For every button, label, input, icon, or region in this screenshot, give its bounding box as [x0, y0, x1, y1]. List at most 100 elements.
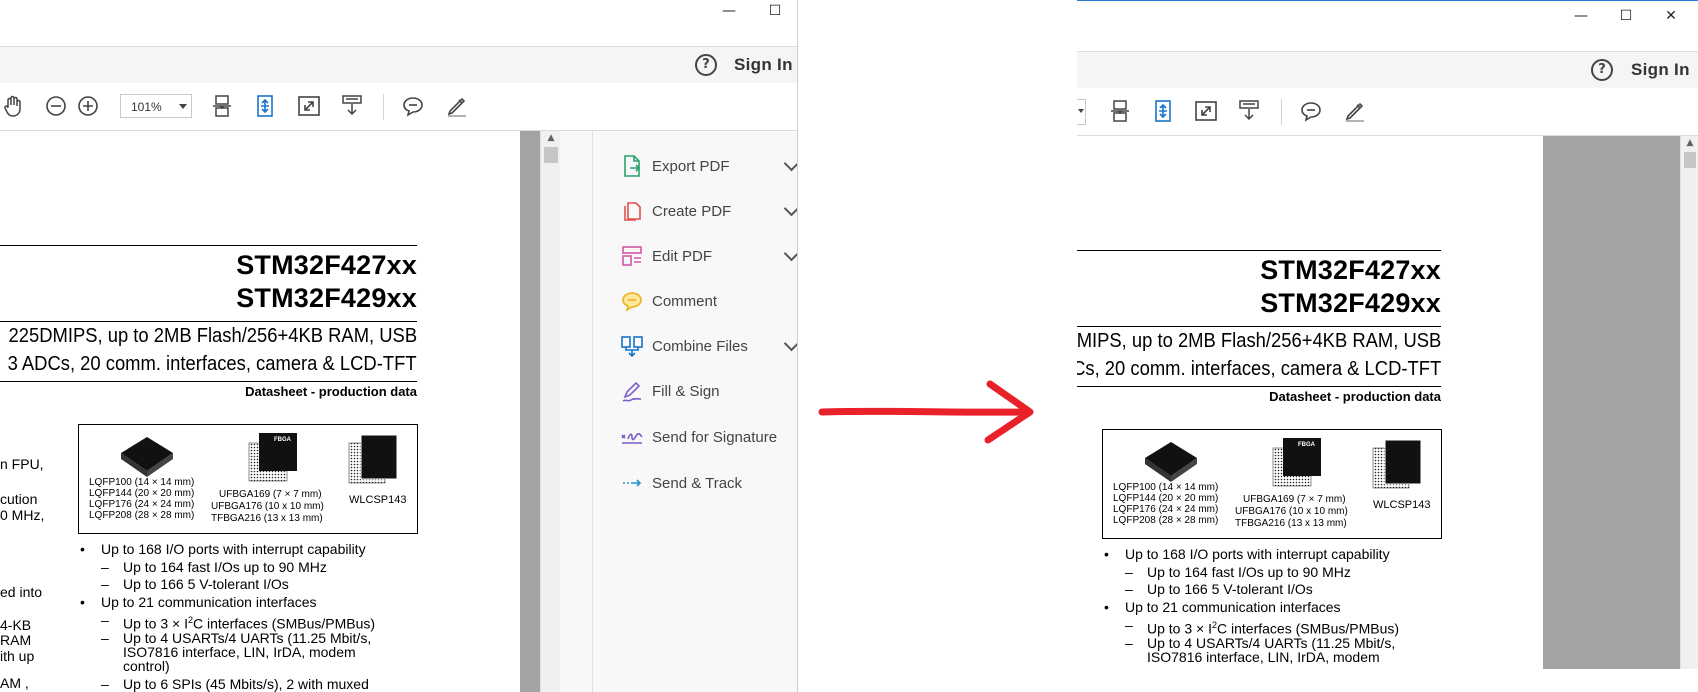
- red-arrow-icon: [818, 380, 1034, 444]
- bullet-dot: •: [1104, 546, 1109, 562]
- help-icon[interactable]: ?: [1591, 59, 1613, 81]
- title-bar: — ☐ ✕: [1077, 1, 1698, 47]
- ufbga-label: UFBGA169 (7 × 7 mm): [1243, 494, 1346, 505]
- document-viewport[interactable]: STM32F427xx STM32F429xx 225DMIPS, up to …: [0, 131, 540, 692]
- export-pdf-icon: [624, 155, 641, 177]
- lqfp-label: LQFP208 (28 × 28 mm): [1113, 515, 1219, 526]
- bullet-spi: Up to 6 SPIs (45 Mbits/s), 2 with muxed: [123, 676, 369, 692]
- datasheet-label: Datasheet - production data: [1269, 389, 1441, 404]
- comment-icon[interactable]: [400, 93, 426, 119]
- read-mode-icon[interactable]: [339, 93, 365, 119]
- dash: –: [101, 559, 109, 575]
- fill-sign-icon: [622, 381, 642, 402]
- title-rule: [1077, 326, 1441, 327]
- clipped-text: RAM: [0, 632, 32, 648]
- zoom-level-select[interactable]: [1077, 99, 1086, 125]
- fbga-chip-image: [1272, 438, 1321, 487]
- tools-item-send-track[interactable]: Send & Track: [593, 465, 797, 501]
- scrollbar-thumb[interactable]: [1684, 152, 1696, 168]
- fit-page-icon[interactable]: [1150, 98, 1176, 124]
- bullet-fast-io: Up to 164 fast I/Os up to 90 MHz: [1147, 564, 1351, 580]
- sign-in-link[interactable]: Sign In: [1631, 60, 1690, 80]
- help-icon[interactable]: ?: [695, 54, 717, 76]
- dash: –: [1125, 581, 1133, 597]
- document-scrollbar[interactable]: ▲: [1680, 136, 1698, 669]
- tools-item-comment[interactable]: Comment: [593, 283, 797, 319]
- zoom-level-select[interactable]: 101%: [120, 94, 192, 118]
- bullet-io-ports: Up to 168 I/O ports with interrupt capab…: [101, 541, 366, 557]
- bullet-dot: •: [80, 541, 85, 557]
- dash: –: [101, 576, 109, 592]
- bullet-usart-cont: control): [123, 658, 170, 674]
- full-screen-icon[interactable]: [296, 93, 322, 119]
- chevron-down-icon[interactable]: [783, 335, 797, 352]
- document-viewport[interactable]: STM32F427xx STM32F429xx MIPS, up to 2MB …: [1077, 136, 1680, 669]
- bullet-comm: Up to 21 communication interfaces: [1125, 599, 1341, 615]
- tools-item-create-pdf[interactable]: Create PDF: [593, 193, 797, 229]
- ufbga-label: TFBGA216 (13 x 13 mm): [1235, 518, 1347, 529]
- title-rule: [0, 321, 417, 322]
- zoom-out-icon[interactable]: [43, 93, 69, 119]
- combine-files-icon: [621, 336, 643, 358]
- bullet-io-ports: Up to 168 I/O ports with interrupt capab…: [1125, 546, 1390, 562]
- bullet-i2c: Up to 3 × I2C interfaces (SMBus/PMBus): [123, 615, 376, 632]
- pdf-page: STM32F427xx STM32F429xx 225DMIPS, up to …: [0, 131, 520, 692]
- highlight-pen-icon[interactable]: [444, 93, 470, 119]
- subtitle-rule: [1077, 386, 1441, 387]
- tools-item-export-pdf[interactable]: Export PDF: [593, 148, 797, 184]
- right-reader-window: — ☐ ✕ ? Sign In STM32F427xx STM32F429xx …: [1077, 0, 1698, 669]
- header-rule: [0, 245, 417, 246]
- tools-item-fill-sign[interactable]: Fill & Sign: [593, 373, 797, 409]
- document-title-1: STM32F427xx: [236, 250, 417, 280]
- tools-item-combine-files[interactable]: Combine Files: [593, 328, 797, 364]
- lqfp-label: LQFP100 (14 × 14 mm): [1113, 482, 1219, 493]
- comment-icon[interactable]: [1298, 98, 1324, 124]
- datasheet-label: Datasheet - production data: [245, 384, 417, 399]
- toolbar: 101%: [0, 83, 797, 131]
- fbga-chip-text: FBGA: [1298, 442, 1315, 448]
- scrollbar-thumb[interactable]: [544, 147, 558, 163]
- chevron-down-icon[interactable]: [783, 245, 797, 262]
- window-divider: [797, 0, 798, 692]
- document-subtitle-1: 225DMIPS, up to 2MB Flash/256+4KB RAM, U…: [8, 325, 417, 347]
- minimize-button[interactable]: —: [1558, 5, 1604, 27]
- dash: –: [101, 630, 109, 646]
- bullet-i2c: Up to 3 × I2C interfaces (SMBus/PMBus): [1147, 620, 1400, 637]
- scroll-up-arrow[interactable]: ▲: [1681, 136, 1698, 150]
- lqfp-label: LQFP144 (20 × 20 mm): [89, 488, 195, 499]
- tools-item-edit-pdf[interactable]: Edit PDF: [593, 238, 797, 274]
- hand-tool-icon[interactable]: [0, 93, 26, 119]
- document-title-2: STM32F429xx: [236, 283, 417, 313]
- chevron-down-icon[interactable]: [783, 200, 797, 217]
- lqfp-label: LQFP144 (20 × 20 mm): [1113, 493, 1219, 504]
- bullet-5v-io: Up to 166 5 V-tolerant I/Os: [1147, 581, 1313, 597]
- package-figure: LQFP100 (14 × 14 mm) LQFP144 (20 × 20 mm…: [78, 424, 418, 534]
- bullet-dot: •: [1104, 599, 1109, 615]
- scroll-up-arrow[interactable]: ▲: [541, 131, 561, 145]
- sign-in-link[interactable]: Sign In: [734, 55, 793, 75]
- minimize-button[interactable]: —: [706, 0, 752, 22]
- maximize-button[interactable]: ☐: [752, 0, 797, 22]
- zoom-in-icon[interactable]: [75, 93, 101, 119]
- document-scrollbar[interactable]: ▲: [540, 131, 561, 692]
- maximize-button[interactable]: ☐: [1603, 5, 1649, 27]
- send-for-signature-icon: [621, 432, 643, 444]
- dash: –: [1125, 635, 1133, 651]
- highlight-pen-icon[interactable]: [1342, 98, 1368, 124]
- menu-bar: ? Sign In: [0, 46, 797, 84]
- scroll-mode-icon[interactable]: [1107, 98, 1133, 124]
- scroll-mode-icon[interactable]: [209, 93, 235, 119]
- read-mode-icon[interactable]: [1236, 98, 1262, 124]
- tools-pane: Export PDF Create PDF Edit PDF Comment C…: [592, 131, 797, 692]
- lqfp-label: LQFP176 (24 × 24 mm): [1113, 504, 1219, 515]
- chevron-down-icon: [1078, 109, 1084, 113]
- lqfp-chip-image: [1145, 442, 1197, 482]
- clipped-text: 0 MHz,: [0, 507, 45, 523]
- bullet-5v-io: Up to 166 5 V-tolerant I/Os: [123, 576, 289, 592]
- chevron-down-icon[interactable]: [783, 155, 797, 172]
- tools-item-send-for-signature[interactable]: Send for Signature: [593, 419, 797, 455]
- full-screen-icon[interactable]: [1193, 98, 1219, 124]
- fit-page-icon[interactable]: [252, 93, 278, 119]
- close-button[interactable]: ✕: [1648, 5, 1694, 27]
- menu-bar: ? Sign In: [1077, 51, 1698, 89]
